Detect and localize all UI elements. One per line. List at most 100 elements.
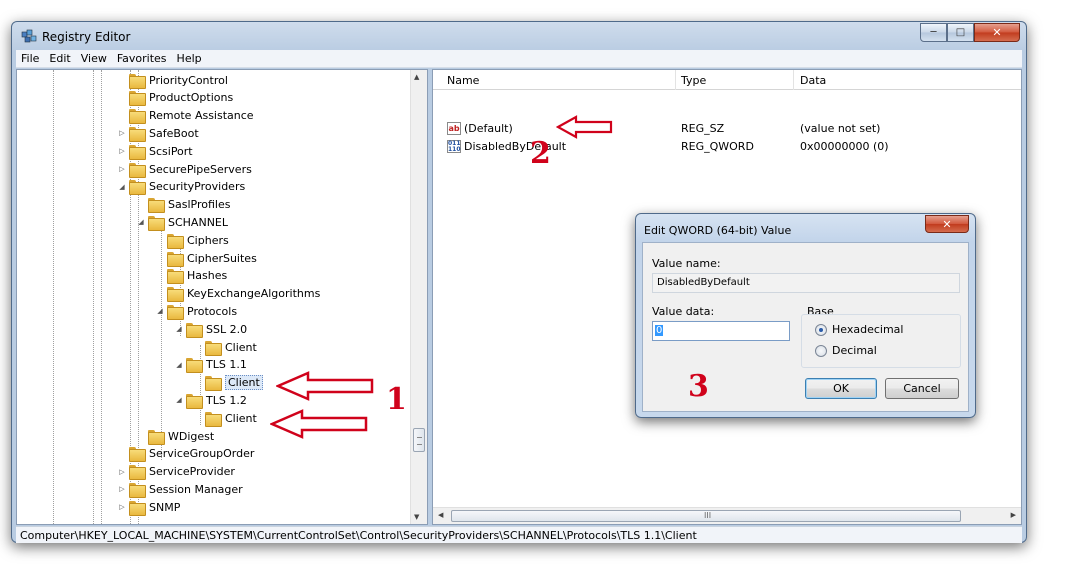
tree-item[interactable]: ◢ SecurityProviders <box>117 178 245 196</box>
scroll-right-arrow[interactable]: ▶ <box>1011 511 1016 519</box>
menu-favorites[interactable]: Favorites <box>112 52 172 65</box>
expander-icon[interactable]: ▷ <box>117 147 127 155</box>
cancel-button[interactable]: Cancel <box>885 378 959 399</box>
tree-item[interactable]: ◢ SCHANNEL <box>136 213 228 231</box>
folder-icon <box>129 144 146 160</box>
folder-icon <box>205 411 222 427</box>
menu-help[interactable]: Help <box>172 52 207 65</box>
scroll-down-arrow[interactable]: ▼ <box>414 513 419 521</box>
tree-item[interactable]: Hashes <box>155 267 227 285</box>
folder-icon <box>148 198 165 214</box>
string-value-icon: ab <box>447 122 461 135</box>
annotation-number-2: 2 <box>530 136 551 171</box>
tree-item[interactable]: ▷ ServiceProvider <box>117 463 235 481</box>
tree-item[interactable]: ▷ SecurePipeServers <box>117 160 252 178</box>
tree-guide-line <box>101 70 102 524</box>
list-item[interactable]: 011 110 DisabledByDefault REG_QWORD 0x00… <box>433 138 1021 155</box>
minimize-button[interactable]: ─ <box>920 23 947 42</box>
hexadecimal-label: Hexadecimal <box>832 323 904 336</box>
expander-icon[interactable]: ◢ <box>136 218 146 226</box>
tree-item[interactable]: Client <box>193 409 257 427</box>
tree-guide-line <box>93 70 94 524</box>
maximize-button[interactable]: □ <box>947 23 974 42</box>
tree-item[interactable]: ▷ Session Manager <box>117 480 243 498</box>
decimal-label: Decimal <box>832 344 877 357</box>
tree-item[interactable]: ServiceGroupOrder <box>117 445 254 463</box>
tree-vertical-scrollbar[interactable]: ▲ ▼ <box>410 70 427 524</box>
tree-item[interactable]: Client <box>193 374 263 392</box>
tree-item[interactable]: Remote Assistance <box>117 107 254 125</box>
folder-icon <box>129 126 146 142</box>
menu-edit[interactable]: Edit <box>44 52 75 65</box>
tree-item-label: SecurityProviders <box>149 180 246 194</box>
folder-icon <box>148 429 165 445</box>
list-horizontal-scrollbar[interactable]: ◀ III ▶ <box>433 507 1021 524</box>
scroll-thumb[interactable] <box>413 428 425 452</box>
tree-item[interactable]: ProductOptions <box>117 89 233 107</box>
folder-icon <box>129 109 146 125</box>
folder-icon <box>167 304 184 320</box>
tree-item[interactable]: Ciphers <box>155 231 229 249</box>
tree-item-label: ScsiPort <box>149 144 193 158</box>
tree-item-label: ServiceProvider <box>149 465 235 479</box>
expander-icon[interactable]: ◢ <box>155 307 165 315</box>
close-button[interactable]: ✕ <box>974 23 1020 42</box>
expander-icon[interactable]: ▷ <box>117 485 127 493</box>
tree-item[interactable]: ▷ ScsiPort <box>117 142 193 160</box>
registry-tree[interactable]: ▲ ▼ PriorityControl ProductOptions Remote … <box>16 69 428 525</box>
value-data-input[interactable]: 0 <box>652 321 790 341</box>
folder-icon <box>129 162 146 178</box>
expander-icon[interactable]: ▷ <box>117 165 127 173</box>
folder-icon <box>167 233 184 249</box>
tree-item-label: Remote Assistance <box>149 109 254 123</box>
scroll-thumb[interactable]: III <box>451 510 961 522</box>
menu-file[interactable]: File <box>16 52 44 65</box>
dialog-title: Edit QWORD (64-bit) Value <box>644 224 792 237</box>
scroll-left-arrow[interactable]: ◀ <box>438 511 443 519</box>
column-name[interactable]: Name <box>447 74 479 87</box>
value-data-text: 0 <box>655 325 664 336</box>
folder-icon <box>129 91 146 107</box>
list-item[interactable]: ab (Default) REG_SZ (value not set) <box>433 120 1021 137</box>
tree-item[interactable]: ◢ Protocols <box>155 302 237 320</box>
tree-item[interactable]: KeyExchangeAlgorithms <box>155 285 320 303</box>
tree-item[interactable]: ◢ SSL 2.0 <box>174 320 247 338</box>
scroll-up-arrow[interactable]: ▲ <box>414 73 419 81</box>
hexadecimal-radio[interactable]: Hexadecimal <box>815 323 903 336</box>
expander-icon[interactable]: ◢ <box>174 396 184 404</box>
tree-item[interactable]: Client <box>193 338 257 356</box>
dialog-close-button[interactable]: ✕ <box>925 215 969 233</box>
expander-icon[interactable]: ◢ <box>174 361 184 369</box>
expander-icon[interactable]: ▷ <box>117 468 127 476</box>
tree-item-label: WDigest <box>168 429 215 443</box>
value-data: (value not set) <box>800 122 881 135</box>
tree-item[interactable]: ◢ TLS 1.1 <box>174 356 247 374</box>
binary-value-icon: 011 110 <box>447 140 461 153</box>
expander-icon[interactable]: ◢ <box>117 183 127 191</box>
edit-qword-dialog: Edit QWORD (64-bit) Value ✕ Value name: … <box>635 213 976 418</box>
tree-item[interactable]: ◢ TLS 1.2 <box>174 391 247 409</box>
expander-icon[interactable]: ◢ <box>174 325 184 333</box>
tree-item[interactable]: CipherSuites <box>155 249 257 267</box>
tree-item[interactable]: ▷ SafeBoot <box>117 124 199 142</box>
tree-item-label: Client <box>225 340 257 354</box>
value-name-label: Value name: <box>652 257 721 270</box>
column-data[interactable]: Data <box>800 74 826 87</box>
value-data: 0x00000000 (0) <box>800 140 889 153</box>
tree-item[interactable]: ▷ SNMP <box>117 498 180 516</box>
expander-icon[interactable]: ▷ <box>117 503 127 511</box>
decimal-radio[interactable]: Decimal <box>815 344 877 357</box>
tree-item[interactable]: SaslProfiles <box>136 196 230 214</box>
folder-icon <box>129 447 146 463</box>
expander-icon[interactable]: ▷ <box>117 129 127 137</box>
column-type[interactable]: Type <box>681 74 706 87</box>
tree-item-label: CipherSuites <box>187 251 257 265</box>
tree-item[interactable]: PriorityControl <box>117 71 228 89</box>
ok-button[interactable]: OK <box>805 378 877 399</box>
menu-bar: File Edit View Favorites Help <box>16 50 1022 68</box>
tree-item[interactable]: WDigest <box>136 427 214 445</box>
title-bar[interactable]: Registry Editor ─ □ ✕ <box>12 22 1026 50</box>
folder-icon <box>129 180 146 196</box>
tree-item-label: ProductOptions <box>149 91 234 105</box>
menu-view[interactable]: View <box>76 52 112 65</box>
